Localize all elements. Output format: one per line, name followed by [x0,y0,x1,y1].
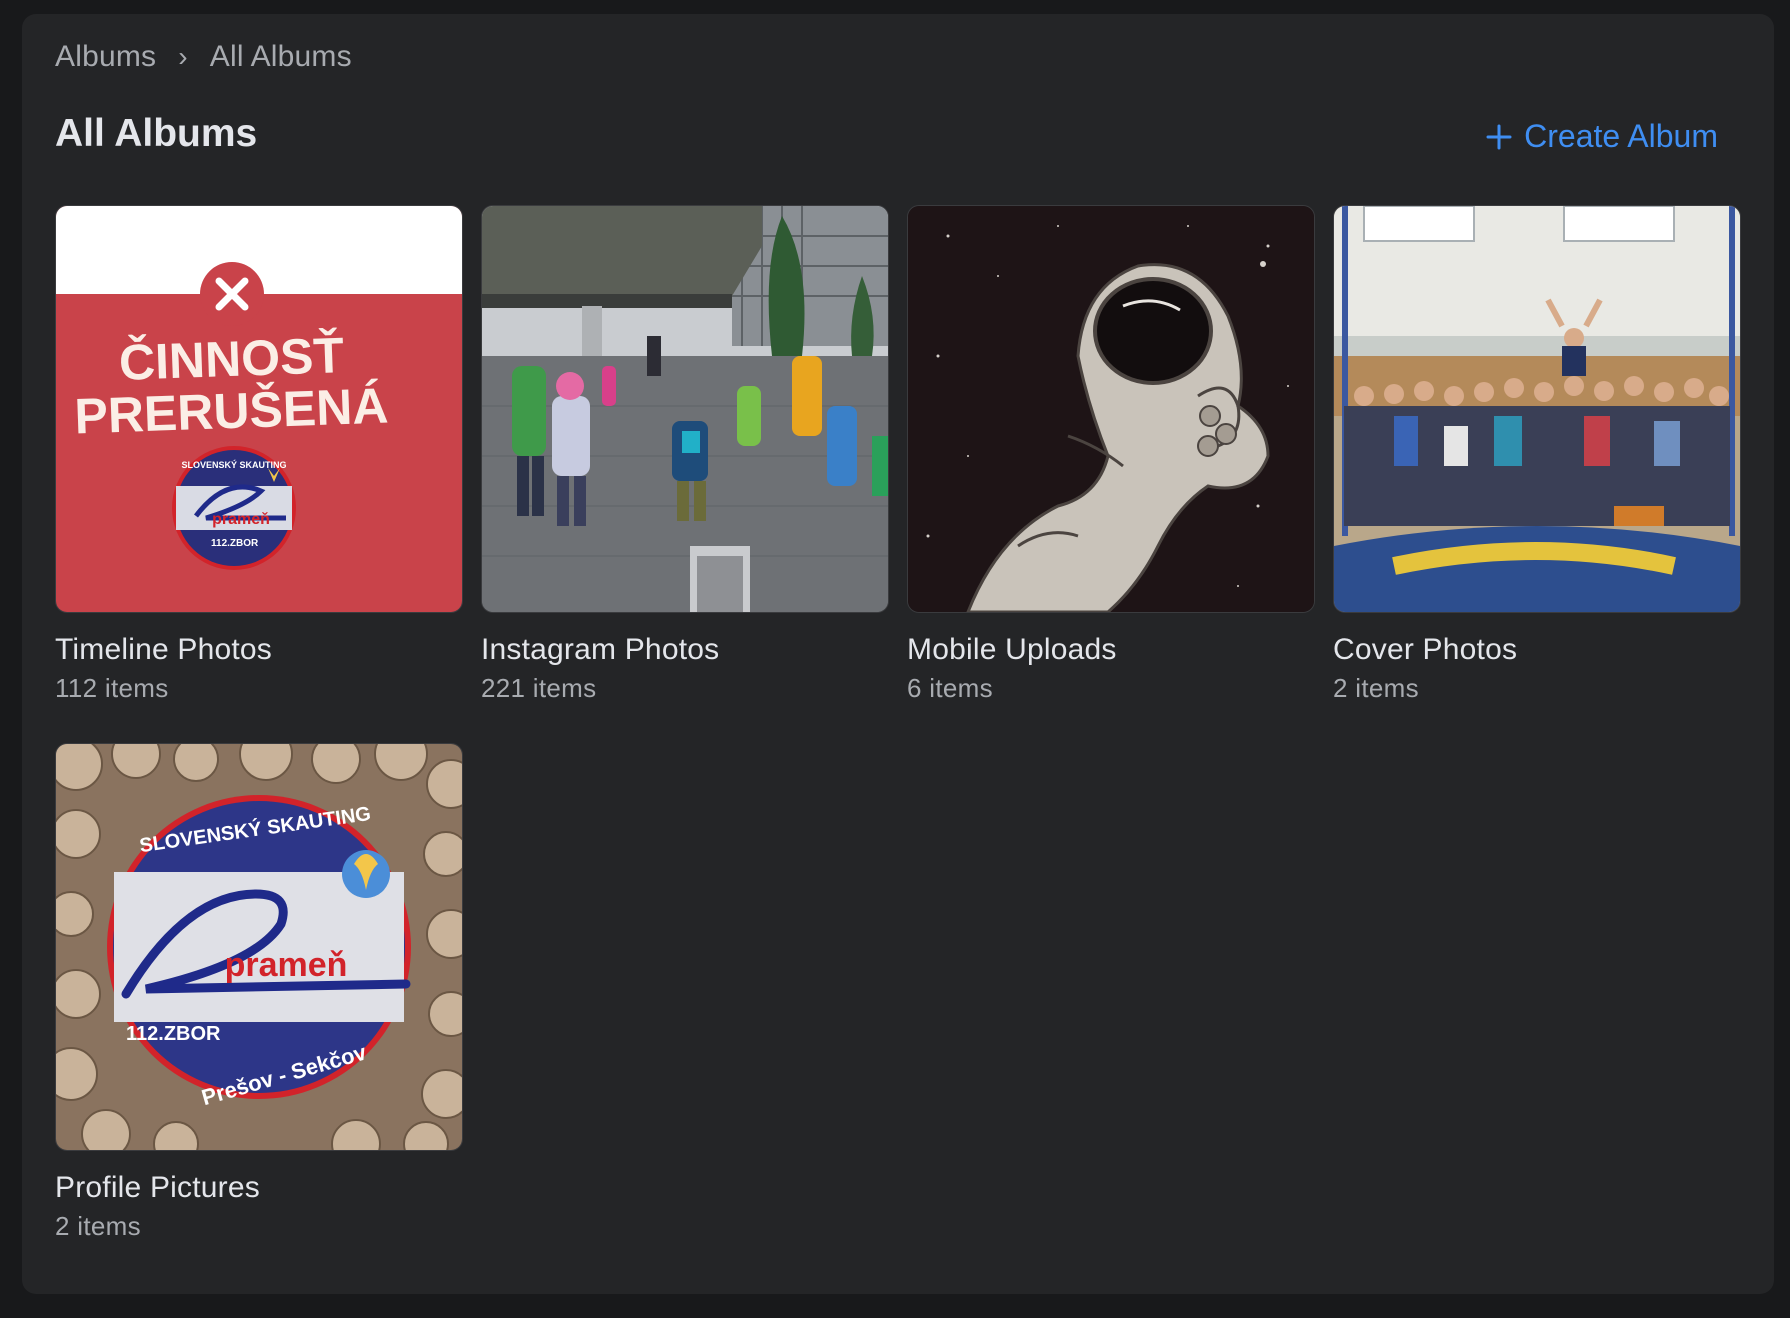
albums-panel: Albums › All Albums All Albums Create Al… [22,14,1774,1294]
album-title[interactable]: Timeline Photos [55,633,463,667]
album-item-count: 2 items [55,1211,141,1241]
thumb-badge-unit: 112.ZBOR [126,1023,221,1045]
album-item-count: 6 items [907,673,993,703]
album-thumbnail[interactable] [481,205,889,613]
breadcrumb: Albums › All Albums [55,40,352,74]
create-album-label: Create Album [1524,118,1718,154]
plus-icon [1486,124,1512,149]
album-title[interactable]: Mobile Uploads [907,633,1315,667]
album-title[interactable]: Cover Photos [1333,633,1741,667]
create-album-button[interactable]: Create Album [1486,118,1718,155]
album-item-count: 221 items [481,673,597,703]
album-card-instagram-photos[interactable]: Instagram Photos 221 items [481,205,889,704]
album-card-timeline-photos[interactable]: ČINNOSŤ PRERUŠENÁ prameň 112.ZBOR SLOVEN… [55,205,463,704]
album-thumbnail[interactable]: ČINNOSŤ PRERUŠENÁ prameň 112.ZBOR SLOVEN… [55,205,463,613]
album-card-cover-photos[interactable]: Cover Photos 2 items [1333,205,1741,704]
album-item-count: 112 items [55,673,169,703]
thumb-badge-name: prameň [225,946,348,984]
album-thumbnail[interactable] [1333,205,1741,613]
page-title: All Albums [55,112,258,155]
album-title[interactable]: Instagram Photos [481,633,889,667]
album-card-profile-pictures[interactable]: prameň 112.ZBOR SLOVENSKÝ SKAUTING Prešo… [55,743,463,1242]
thumb-badge-name: prameň [212,511,270,528]
thumb-badge-ring: SLOVENSKÝ SKAUTING [181,459,286,470]
chevron-right-icon: › [178,41,188,72]
album-thumbnail[interactable]: prameň 112.ZBOR SLOVENSKÝ SKAUTING Prešo… [55,743,463,1151]
thumb-line2: PRERUŠENÁ [74,377,390,445]
album-card-mobile-uploads[interactable]: Mobile Uploads 6 items [907,205,1315,704]
thumb-badge-unit: 112.ZBOR [211,538,259,549]
album-thumbnail[interactable] [907,205,1315,613]
breadcrumb-current: All Albums [209,40,352,73]
album-title[interactable]: Profile Pictures [55,1171,463,1205]
breadcrumb-albums-link[interactable]: Albums [55,40,156,74]
album-item-count: 2 items [1333,673,1419,703]
